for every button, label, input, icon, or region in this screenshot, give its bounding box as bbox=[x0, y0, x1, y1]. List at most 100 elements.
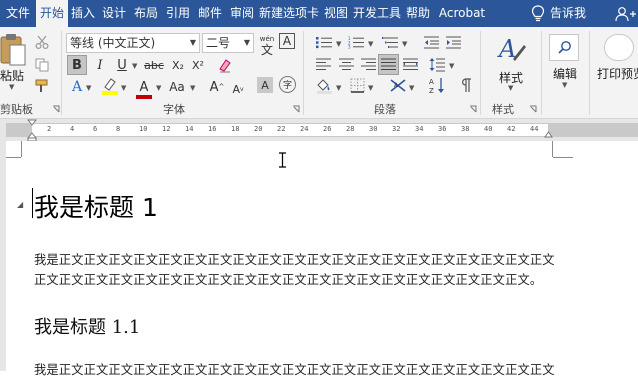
align-center-icon[interactable] bbox=[339, 58, 354, 71]
tab-5[interactable]: 引用 bbox=[162, 0, 194, 27]
paste-label[interactable]: 粘贴 bbox=[0, 67, 24, 84]
body-paragraph-line[interactable]: 我是正文正文正文正文正文正文正文正文正文正文正文正文正文正文正文正文正文正文正文… bbox=[34, 360, 555, 378]
tab-7[interactable]: 审阅 bbox=[226, 0, 258, 27]
editing-dropdown-icon[interactable]: ▼ bbox=[562, 81, 567, 89]
change-case-dropdown-icon[interactable]: ▼ bbox=[190, 84, 195, 92]
character-border-button[interactable]: A bbox=[279, 33, 295, 49]
underline-dropdown-icon[interactable]: ▼ bbox=[132, 62, 137, 70]
tab-11[interactable]: 帮助 bbox=[402, 0, 434, 27]
paragraph-group-label: 段落 bbox=[374, 103, 396, 116]
clipboard-launcher-icon[interactable] bbox=[52, 105, 60, 113]
tab-10[interactable]: 开发工具 bbox=[352, 0, 402, 27]
numbering-icon[interactable]: 1 2 3 bbox=[348, 36, 364, 49]
tab-2[interactable]: 插入 bbox=[68, 0, 98, 27]
enclose-characters-button[interactable]: 字 bbox=[279, 76, 296, 93]
multilevel-list-icon[interactable] bbox=[382, 36, 398, 49]
font-size-box[interactable]: 二号 ▼ bbox=[202, 33, 254, 53]
font-name-box[interactable]: 等线 (中文正文) ▼ bbox=[66, 33, 200, 53]
copy-icon[interactable] bbox=[35, 58, 49, 72]
distributed-icon[interactable] bbox=[403, 58, 418, 71]
tab-1[interactable]: 开始 bbox=[36, 0, 68, 27]
numbering-dropdown-icon[interactable]: ▼ bbox=[368, 40, 373, 48]
underline-button[interactable]: U bbox=[112, 55, 132, 75]
lightbulb-icon[interactable] bbox=[531, 5, 545, 22]
tab-9[interactable]: 视图 bbox=[320, 0, 352, 27]
line-spacing-dropdown-icon[interactable]: ▼ bbox=[449, 62, 454, 70]
font-color-dropdown-icon[interactable]: ▼ bbox=[156, 84, 161, 92]
text-effects-dropdown-icon[interactable]: ▼ bbox=[86, 84, 91, 92]
increase-indent-icon[interactable] bbox=[446, 36, 461, 49]
bullets-icon[interactable] bbox=[316, 36, 332, 49]
borders-dropdown-icon[interactable]: ▼ bbox=[368, 84, 373, 92]
ruler-number: 24 bbox=[300, 125, 309, 133]
grow-font-button[interactable]: A ^ bbox=[207, 77, 227, 97]
paste-icon[interactable] bbox=[0, 33, 26, 67]
multilevel-dropdown-icon[interactable]: ▼ bbox=[402, 40, 407, 48]
text-effects-button[interactable]: A bbox=[67, 77, 87, 97]
show-marks-icon[interactable] bbox=[459, 78, 472, 93]
bold-button[interactable]: B bbox=[67, 55, 87, 75]
tab-4[interactable]: 布局 bbox=[130, 0, 162, 27]
paste-dropdown-icon[interactable]: ▼ bbox=[9, 83, 14, 91]
align-left-icon[interactable] bbox=[316, 58, 331, 71]
font-color-letter: A bbox=[139, 80, 149, 95]
ruler-number: 10 bbox=[139, 125, 148, 133]
editing-label[interactable]: 编辑 bbox=[553, 65, 577, 82]
strikethrough-button[interactable]: abc bbox=[143, 55, 165, 75]
font-name-dropdown-icon[interactable]: ▼ bbox=[190, 34, 196, 52]
body-paragraph-line[interactable]: 正文正文正文正文正文正文正文正文正文正文正文正文正文正文正文正文正文正文正文正文… bbox=[34, 270, 542, 288]
phonetic-guide-button[interactable]: wén 文 bbox=[258, 31, 276, 56]
styles-launcher-icon[interactable] bbox=[529, 105, 537, 113]
font-name-value: 等线 (中文正文) bbox=[70, 36, 156, 50]
tell-me-search[interactable]: 告诉我 bbox=[548, 0, 588, 27]
search-icon bbox=[558, 41, 571, 54]
shrink-font-button[interactable]: Av bbox=[228, 79, 248, 99]
heading-2[interactable]: 我是标题 1.1 bbox=[34, 313, 140, 339]
right-indent-marker-icon[interactable] bbox=[544, 131, 553, 140]
shading-dropdown-icon[interactable]: ▼ bbox=[336, 84, 341, 92]
collapse-heading-icon[interactable]: ◢ bbox=[17, 200, 23, 209]
highlight-dropdown-icon[interactable]: ▼ bbox=[121, 84, 126, 92]
change-case-button[interactable]: Aa bbox=[166, 77, 188, 97]
clear-formatting-icon[interactable] bbox=[217, 58, 232, 73]
italic-button[interactable]: I bbox=[90, 55, 110, 75]
subscript-button[interactable]: X₂ bbox=[168, 55, 188, 75]
editing-button[interactable] bbox=[549, 34, 579, 61]
chinese-layout-dropdown-icon[interactable]: ▼ bbox=[409, 84, 414, 92]
borders-icon[interactable] bbox=[350, 78, 365, 93]
indent-marker-icon[interactable] bbox=[27, 119, 37, 141]
crop-mark bbox=[6, 157, 21, 158]
justify-button[interactable] bbox=[378, 54, 399, 75]
tab-3[interactable]: 设计 bbox=[98, 0, 130, 27]
align-right-icon[interactable] bbox=[361, 58, 376, 71]
bullets-dropdown-icon[interactable]: ▼ bbox=[336, 40, 341, 48]
chinese-layout-icon[interactable]: A bbox=[389, 78, 407, 93]
print-preview-label[interactable]: 打印预览 bbox=[597, 65, 638, 82]
font-launcher-icon[interactable] bbox=[292, 105, 300, 113]
character-shading-button[interactable]: A bbox=[257, 77, 273, 93]
print-preview-button[interactable] bbox=[604, 34, 634, 61]
tab-0[interactable]: 文件 bbox=[0, 0, 36, 27]
paragraph-launcher-icon[interactable] bbox=[469, 105, 477, 113]
font-color-button[interactable]: A bbox=[135, 76, 153, 99]
ruler-number: 12 bbox=[162, 125, 171, 133]
crop-mark bbox=[552, 141, 553, 157]
heading-1[interactable]: 我是标题 1 bbox=[34, 188, 158, 224]
sort-icon[interactable]: AZ bbox=[429, 77, 445, 94]
line-spacing-icon[interactable] bbox=[429, 57, 445, 72]
superscript-button[interactable]: X² bbox=[188, 55, 208, 75]
styles-dropdown-icon[interactable]: ▼ bbox=[508, 84, 513, 92]
highlight-color-icon[interactable] bbox=[101, 77, 119, 96]
body-paragraph-line[interactable]: 我是正文正文正文正文正文正文正文正文正文正文正文正文正文正文正文正文正文正文正文… bbox=[34, 250, 555, 268]
share-user-icon[interactable] bbox=[615, 6, 637, 22]
tab-8[interactable]: 新建选项卡 bbox=[258, 0, 320, 27]
cut-icon[interactable] bbox=[35, 35, 49, 49]
tab-6[interactable]: 邮件 bbox=[194, 0, 226, 27]
group-separator bbox=[589, 31, 590, 115]
font-size-dropdown-icon[interactable]: ▼ bbox=[244, 34, 250, 52]
styles-icon[interactable]: A bbox=[497, 35, 527, 65]
shading-icon[interactable] bbox=[316, 78, 333, 94]
decrease-indent-icon[interactable] bbox=[424, 36, 439, 49]
tab-12[interactable]: Acrobat bbox=[434, 0, 490, 27]
format-painter-icon[interactable] bbox=[35, 79, 49, 93]
